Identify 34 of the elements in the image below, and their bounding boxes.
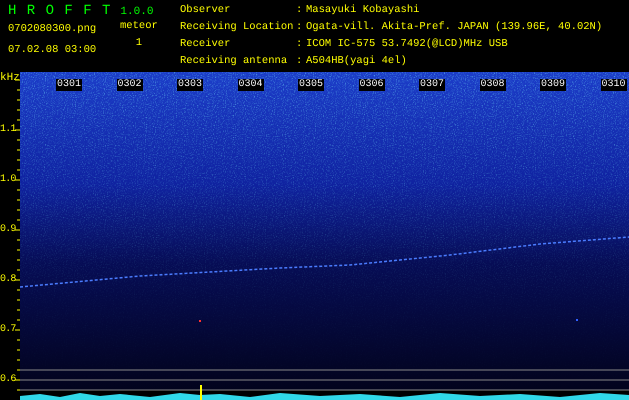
time-label: 0307: [419, 79, 446, 91]
y-axis-label: 1.1: [0, 123, 16, 137]
info-value: Masayuki Kobayashi: [306, 4, 420, 18]
y-axis-label: 1.0: [0, 173, 16, 187]
meteor-label: meteor: [120, 20, 158, 33]
date-time: 07.02.08 03:00: [8, 44, 98, 57]
time-label: 0309: [540, 79, 566, 91]
app-version: 1.0.0: [120, 6, 154, 18]
time-label: 0302: [116, 79, 143, 91]
app-name: H R O F F T: [8, 3, 110, 19]
file-name: 0702080300.png: [8, 23, 98, 36]
meteor-count: 1: [136, 37, 142, 50]
y-axis-label: 0.9: [0, 223, 16, 237]
time-label: 0301: [56, 79, 82, 91]
info-value: Ogata-vill. Akita-Pref. JAPAN (139.96E, 40.02N): [306, 21, 602, 35]
time-label: 0303: [177, 79, 204, 91]
y-axis-label: 0.7: [0, 323, 16, 337]
info-label: Receiving Location: [180, 21, 294, 35]
time-label: 0310: [600, 79, 627, 91]
info-label: Observer: [180, 4, 232, 18]
info-label: Receiving antenna: [180, 55, 288, 69]
info-separator: :: [296, 55, 304, 69]
info-value: ICOM IC-575 53.7492(@LCD)MHz USB: [306, 38, 509, 52]
time-label: 0304: [238, 79, 264, 91]
time-label: 0306: [358, 79, 385, 91]
info-separator: :: [296, 38, 304, 52]
info-value: A504HB(yagi 4el): [306, 55, 408, 69]
info-label: Receiver: [180, 38, 232, 52]
time-label: 0308: [480, 79, 506, 91]
y-axis-label: 0.6: [0, 373, 16, 387]
time-label: 0305: [298, 79, 324, 91]
info-separator: :: [296, 4, 304, 18]
y-axis-label: 0.8: [0, 273, 16, 287]
info-separator: :: [296, 21, 304, 35]
